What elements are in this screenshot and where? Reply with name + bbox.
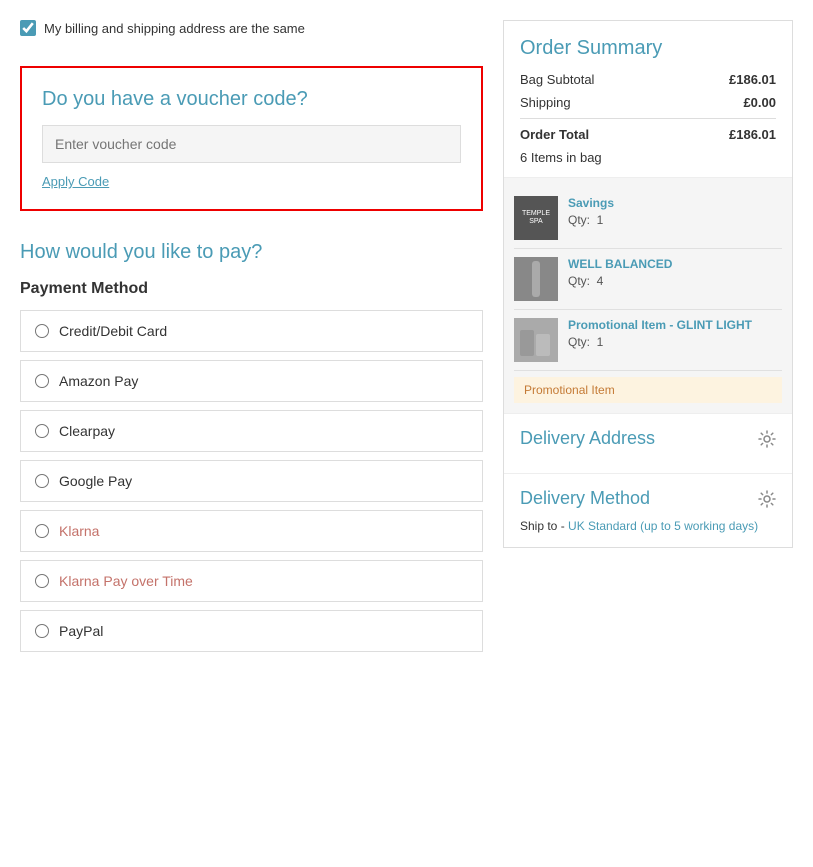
items-list: TEMPLESPA Savings Qty: 1 WEL [504, 178, 792, 413]
delivery-method-gear-icon[interactable] [758, 490, 776, 508]
list-item: Promotional Item - GLINT LIGHT Qty: 1 [514, 310, 782, 371]
payment-radio-credit[interactable] [35, 324, 49, 338]
billing-shipping-same-checkbox[interactable] [20, 20, 36, 36]
delivery-method-text: Ship to - UK Standard (up to 5 working d… [520, 519, 776, 533]
payment-options-list: Credit/Debit Card Amazon Pay Clearpay Go… [20, 310, 483, 652]
left-panel: My billing and shipping address are the … [20, 20, 483, 847]
item-details-savings: Savings Qty: 1 [568, 196, 782, 227]
payment-label-klarna-time: Klarna Pay over Time [59, 573, 193, 589]
summary-divider [520, 118, 776, 119]
payment-radio-klarna-time[interactable] [35, 574, 49, 588]
payment-radio-paypal[interactable] [35, 624, 49, 638]
bag-subtotal-row: Bag Subtotal £186.01 [520, 72, 776, 87]
item-name-promo: Promotional Item - GLINT LIGHT [568, 318, 782, 332]
payment-method-title: Payment Method [20, 280, 483, 298]
item-name-well: WELL BALANCED [568, 257, 782, 271]
order-summary-header: Order Summary Bag Subtotal £186.01 Shipp… [504, 21, 792, 178]
shipping-value: £0.00 [743, 95, 776, 110]
order-total-label: Order Total [520, 127, 589, 142]
item-thumb-well [514, 257, 558, 301]
delivery-method-section: Delivery Method Ship to - UK Standard (u… [504, 473, 792, 547]
list-item: WELL BALANCED Qty: 4 [514, 249, 782, 310]
voucher-input[interactable] [42, 125, 461, 163]
apply-code-button[interactable]: Apply Code [42, 174, 109, 189]
payment-option-amazon[interactable]: Amazon Pay [20, 360, 483, 402]
order-total-row: Order Total £186.01 [520, 127, 776, 142]
delivery-address-title: Delivery Address [520, 428, 655, 449]
item-details-well: WELL BALANCED Qty: 4 [568, 257, 782, 288]
thumb-text-savings: TEMPLESPA [522, 210, 550, 227]
payment-label-amazon: Amazon Pay [59, 373, 138, 389]
voucher-title: Do you have a voucher code? [42, 88, 461, 111]
item-thumb-savings: TEMPLESPA [514, 196, 558, 240]
bag-subtotal-label: Bag Subtotal [520, 72, 594, 87]
payment-option-googlepay[interactable]: Google Pay [20, 460, 483, 502]
list-item: TEMPLESPA Savings Qty: 1 [514, 188, 782, 249]
payment-option-klarna-time[interactable]: Klarna Pay over Time [20, 560, 483, 602]
item-details-promo: Promotional Item - GLINT LIGHT Qty: 1 [568, 318, 782, 349]
payment-radio-klarna[interactable] [35, 524, 49, 538]
payment-option-klarna[interactable]: Klarna [20, 510, 483, 552]
item-name-savings: Savings [568, 196, 782, 210]
payment-label-paypal: PayPal [59, 623, 103, 639]
billing-checkbox-label: My billing and shipping address are the … [44, 21, 305, 36]
right-panel: Order Summary Bag Subtotal £186.01 Shipp… [503, 20, 793, 847]
order-summary-title: Order Summary [520, 37, 776, 60]
payment-radio-clearpay[interactable] [35, 424, 49, 438]
shipping-label: Shipping [520, 95, 571, 110]
item-qty-well: Qty: 4 [568, 274, 782, 288]
order-summary-box: Order Summary Bag Subtotal £186.01 Shipp… [503, 20, 793, 548]
delivery-method-title: Delivery Method [520, 488, 650, 509]
payment-label-clearpay: Clearpay [59, 423, 115, 439]
delivery-method-header: Delivery Method [520, 488, 776, 509]
how-to-pay-title: How would you like to pay? [20, 241, 483, 264]
delivery-address-section: Delivery Address [504, 413, 792, 473]
payment-label-credit: Credit/Debit Card [59, 323, 167, 339]
delivery-address-header: Delivery Address [520, 428, 776, 449]
payment-option-credit[interactable]: Credit/Debit Card [20, 310, 483, 352]
payment-option-clearpay[interactable]: Clearpay [20, 410, 483, 452]
item-qty-savings: Qty: 1 [568, 213, 782, 227]
promo-badge: Promotional Item [514, 377, 782, 403]
shipping-row: Shipping £0.00 [520, 95, 776, 110]
items-count: 6 Items in bag [520, 150, 776, 165]
payment-option-paypal[interactable]: PayPal [20, 610, 483, 652]
bag-subtotal-value: £186.01 [729, 72, 776, 87]
payment-label-googlepay: Google Pay [59, 473, 132, 489]
payment-label-klarna: Klarna [59, 523, 99, 539]
item-qty-promo: Qty: 1 [568, 335, 782, 349]
page-container: My billing and shipping address are the … [0, 0, 813, 867]
voucher-section: Do you have a voucher code? Apply Code [20, 66, 483, 211]
delivery-method-link[interactable]: UK Standard (up to 5 working days) [568, 519, 758, 533]
delivery-address-gear-icon[interactable] [758, 430, 776, 448]
item-thumb-promo [514, 318, 558, 362]
payment-radio-amazon[interactable] [35, 374, 49, 388]
order-total-value: £186.01 [729, 127, 776, 142]
billing-checkbox-row: My billing and shipping address are the … [20, 20, 483, 36]
payment-radio-googlepay[interactable] [35, 474, 49, 488]
